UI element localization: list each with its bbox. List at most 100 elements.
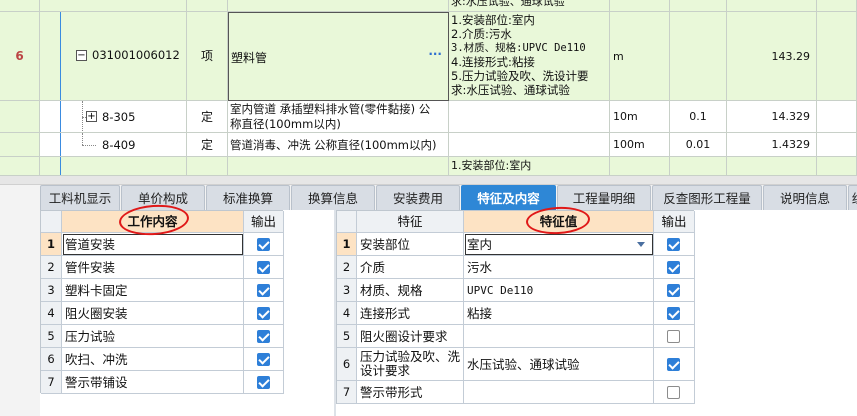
output-cell[interactable] [244,371,284,394]
output-cell[interactable] [244,302,284,325]
checkbox-checked-icon[interactable] [257,261,270,274]
row-number[interactable]: 3 [41,279,62,302]
feature-value-cell[interactable] [464,381,654,404]
checkbox-checked-icon[interactable] [667,358,680,371]
work-content-cell[interactable]: 管件安装 [62,256,244,279]
collapse-minus-icon[interactable]: − [76,50,87,61]
feature-name-cell[interactable]: 连接形式 [357,302,464,325]
more-icon[interactable]: ··· [428,47,442,61]
type-cell [187,0,228,12]
tab-install-fee[interactable]: 安装费用 [376,185,460,211]
row-number[interactable]: 2 [41,256,62,279]
work-content-cell[interactable]: 压力试验 [62,325,244,348]
feature-value: 污水 [467,260,493,275]
row-number[interactable]: 1 [337,233,357,256]
work-content-cell[interactable]: 管道安装 [62,233,244,256]
checkbox-checked-icon[interactable] [667,238,680,251]
feature-value-cell[interactable]: 水压试验、通球试验 [464,348,654,381]
output-cell[interactable] [654,256,695,279]
row-number[interactable]: 7 [337,381,357,404]
feature-value-cell[interactable]: 粘接 [464,302,654,325]
row-number[interactable]: 4 [337,302,357,325]
horizontal-scrollbar[interactable] [0,176,857,185]
output-cell[interactable] [654,279,695,302]
header-feature[interactable]: 特征 [357,211,464,233]
output-cell[interactable] [244,325,284,348]
top-grid: 求:水压试验、通球试验 6 − 031001006012 项 塑料管 ··· 1… [0,0,857,176]
checkbox-checked-icon[interactable] [257,238,270,251]
feature-value-cell[interactable] [464,325,654,348]
feature-value-cell[interactable]: UPVC De110 [464,279,654,302]
row-number[interactable]: 4 [41,302,62,325]
row-number[interactable]: 1 [41,233,62,256]
output-cell[interactable] [244,256,284,279]
item-features: 1.安装部位:室内 2.介质:污水 3.材质、规格:UPVC De110 4.连… [449,12,610,101]
checkbox-checked-icon[interactable] [667,261,680,274]
feature-name-cell[interactable]: 介质 [357,256,464,279]
checkbox-unchecked-icon[interactable] [667,386,680,399]
feature-name-cell[interactable]: 材质、规格 [357,279,464,302]
tab-conversion-info[interactable]: 换算信息 [291,185,375,211]
dropdown-arrow-icon[interactable] [637,242,645,247]
sub-code: 8-409 [102,138,136,152]
feature-value-cell[interactable]: 室内 [464,233,654,256]
output-cell[interactable] [244,233,284,256]
work-content-cell[interactable]: 吹扫、冲洗 [62,348,244,371]
row-number[interactable]: 2 [337,256,357,279]
checkbox-checked-icon[interactable] [667,284,680,297]
row-num-6[interactable]: 6 [0,12,40,101]
row-number[interactable]: 6 [41,348,62,371]
feature-name-cell[interactable]: 阻火圈设计要求 [357,325,464,348]
name-cell [228,157,449,176]
output-cell[interactable] [654,302,695,325]
row-number[interactable]: 5 [337,325,357,348]
header-output[interactable]: 输出 [244,211,284,233]
sub-code-cell[interactable]: 8-409 [40,133,187,157]
work-content-cell[interactable]: 警示带铺设 [62,371,244,394]
code-cell-row6[interactable]: − 031001006012 [40,12,187,101]
row-number[interactable]: 6 [337,348,357,381]
unit-cell [610,157,670,176]
row-number[interactable]: 7 [41,371,62,394]
header-output[interactable]: 输出 [654,211,695,233]
work-content-cell[interactable]: 塑料卡固定 [62,279,244,302]
output-cell[interactable] [654,348,695,381]
expand-plus-icon[interactable]: + [86,111,97,122]
checkbox-checked-icon[interactable] [257,284,270,297]
feature-name-cell[interactable]: 压力试验及吹、洗 设计要求 [357,348,464,381]
checkbox-unchecked-icon[interactable] [667,330,680,343]
checkbox-checked-icon[interactable] [257,330,270,343]
feature-name-cell[interactable]: 安装部位 [357,233,464,256]
sub-code-cell[interactable]: + 8-305 [40,101,187,133]
checkbox-checked-icon[interactable] [257,376,270,389]
tab-reverse-graphic-quantity[interactable]: 反查图形工程量 [652,185,762,211]
feature-value: UPVC De110 [467,284,534,297]
panel-footer [40,404,334,416]
row-number[interactable]: 5 [41,325,62,348]
output-cell[interactable] [244,279,284,302]
tab-features-content[interactable]: 特征及内容 [461,185,556,211]
feature-cell: 求:水压试验、通球试验 [449,0,610,12]
row-num-cell [0,0,40,12]
feature-name-cell[interactable]: 警示带形式 [357,381,464,404]
row-num-cell [0,133,40,157]
tab-more[interactable]: 组 [848,185,857,211]
sub-unit: 100m [610,133,670,157]
output-cell[interactable] [654,381,695,404]
code-cell [40,157,187,176]
extra-cell [817,133,857,157]
tab-description-info[interactable]: 说明信息 [763,185,847,211]
work-content-cell[interactable]: 阻火圈安装 [62,302,244,325]
checkbox-checked-icon[interactable] [257,353,270,366]
tab-labor-material-machine[interactable]: 工料机显示 [40,185,120,211]
output-cell[interactable] [654,325,695,348]
checkbox-checked-icon[interactable] [257,307,270,320]
row-number[interactable]: 3 [337,279,357,302]
feature-value: 粘接 [467,306,493,321]
output-cell[interactable] [654,233,695,256]
tab-standard-conversion[interactable]: 标准换算 [206,185,290,211]
feature-value-cell[interactable]: 污水 [464,256,654,279]
output-cell[interactable] [244,348,284,371]
checkbox-checked-icon[interactable] [667,307,680,320]
item-name-cell[interactable]: 塑料管 ··· [228,12,449,101]
